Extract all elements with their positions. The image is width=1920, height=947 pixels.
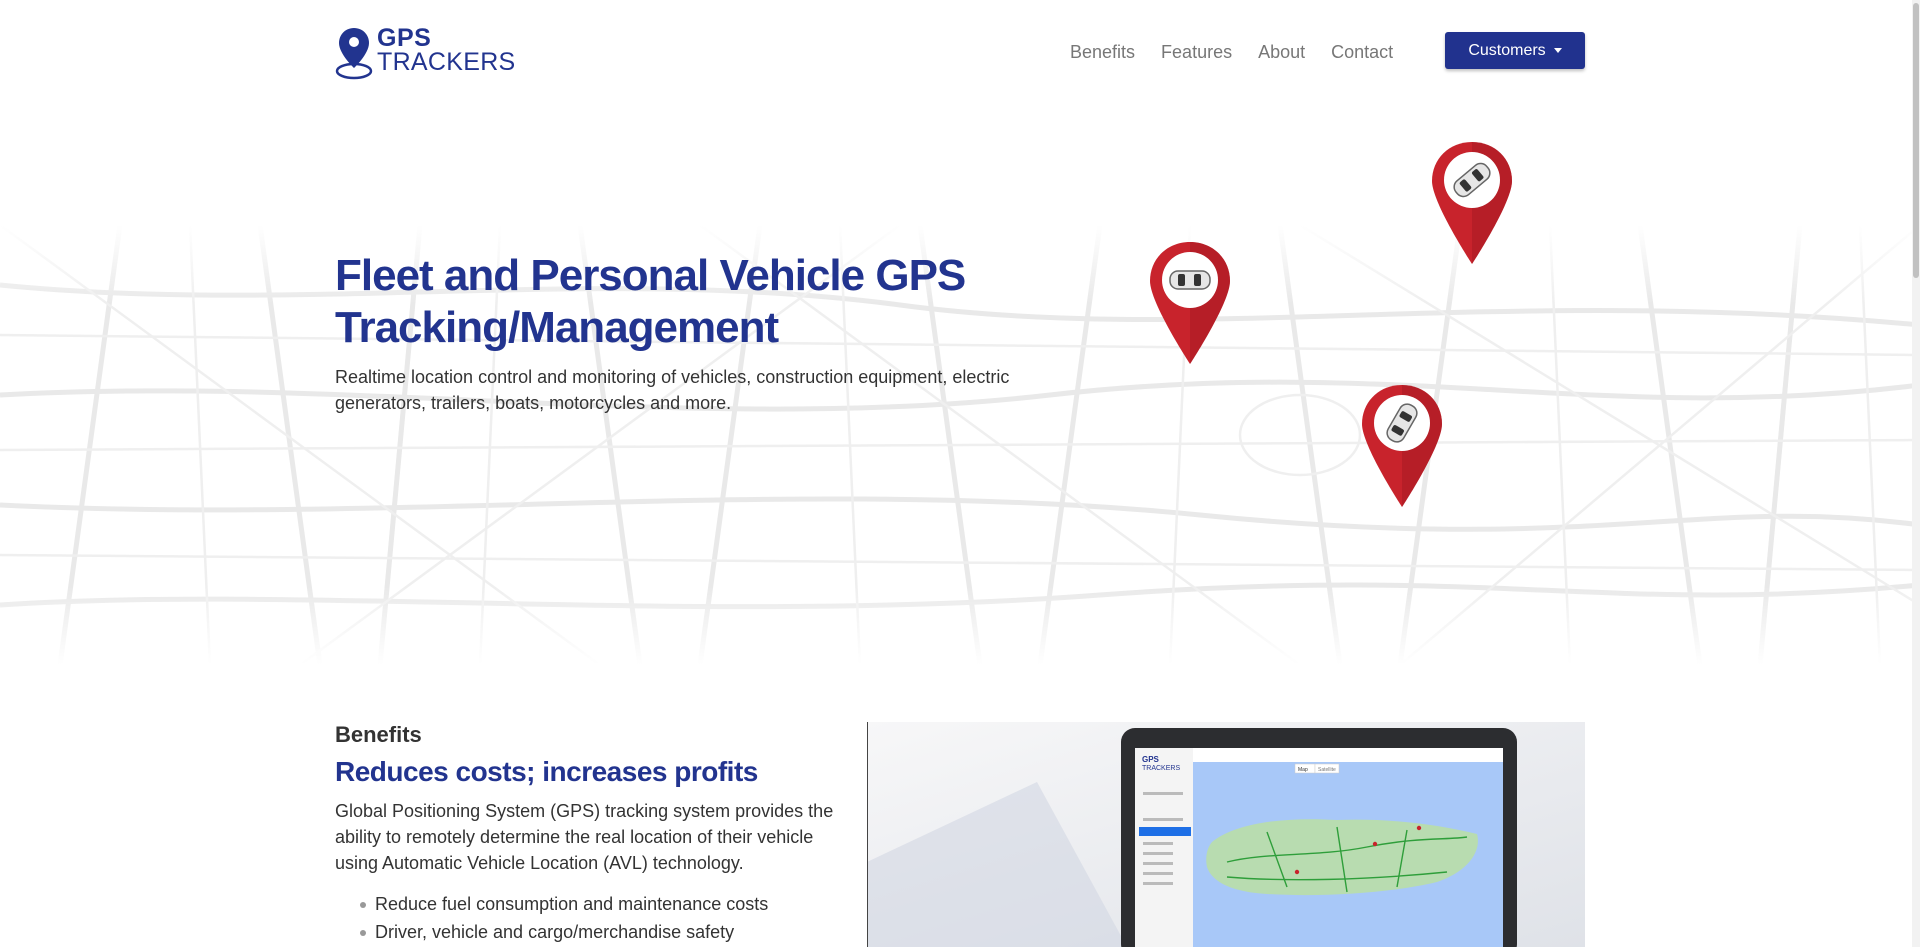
hero-title-line1: Fleet and Personal Vehicle GPS xyxy=(335,251,966,300)
car-pin-icon xyxy=(1150,242,1230,364)
caret-down-icon xyxy=(1553,48,1562,53)
nav-links: Benefits Features About Contact xyxy=(1070,42,1393,63)
benefits-title: Reduces costs; increases profits xyxy=(335,756,758,787)
laptop-screenshot-image: GPS TRACKERS Map Satellite xyxy=(867,722,1585,947)
hero-section: Fleet and Personal Vehicle GPS Tracking/… xyxy=(335,250,1035,416)
customers-label: Customers xyxy=(1468,41,1546,59)
laptop-illustration: GPS TRACKERS Map Satellite xyxy=(867,722,1585,947)
benefits-text-line: Global Positioning System (GPS) tracking… xyxy=(335,801,834,821)
customers-dropdown-button[interactable]: Customers xyxy=(1445,32,1585,69)
screen-tab-satellite: Satellite xyxy=(1318,767,1336,773)
scrollbar-thumb[interactable] xyxy=(1913,3,1919,278)
nav-link-about[interactable]: About xyxy=(1258,42,1305,63)
benefits-list: Reduce fuel consumption and maintenance … xyxy=(335,890,835,946)
benefits-list-item: Driver, vehicle and cargo/merchandise sa… xyxy=(360,918,835,946)
benefits-text: Global Positioning System (GPS) tracking… xyxy=(335,798,835,876)
benefits-list-item: Reduce fuel consumption and maintenance … xyxy=(360,890,835,918)
benefits-section: Benefits Reduces costs; increases profit… xyxy=(335,722,835,946)
benefits-label: Benefits xyxy=(335,722,422,747)
brand-line1: GPS xyxy=(377,24,432,52)
screen-logo-line2: TRACKERS xyxy=(1142,765,1180,772)
car-pin-icon xyxy=(1432,142,1512,264)
location-pin-icon xyxy=(335,28,373,80)
benefits-text-line: using Automatic Vehicle Location (AVL) t… xyxy=(335,853,744,873)
brand-name: GPS TRACKERS xyxy=(377,24,516,76)
nav-link-features[interactable]: Features xyxy=(1161,42,1232,63)
screen-logo-line1: GPS xyxy=(1142,755,1160,764)
hero-subtitle-line2: generators, trailers, boats, motorcycles… xyxy=(335,393,732,413)
brand-line2: TRACKERS xyxy=(377,48,516,76)
screen-tab-map: Map xyxy=(1298,767,1308,773)
hero-title: Fleet and Personal Vehicle GPS Tracking/… xyxy=(335,250,1035,354)
nav-link-benefits[interactable]: Benefits xyxy=(1070,42,1135,63)
navbar: GPS TRACKERS Benefits Features About Con… xyxy=(335,22,1585,88)
benefits-text-line: ability to remotely determine the real l… xyxy=(335,827,814,847)
hero-subtitle: Realtime location control and monitoring… xyxy=(335,364,1035,416)
brand-logo[interactable]: GPS TRACKERS xyxy=(335,26,516,82)
page-scrollbar[interactable] xyxy=(1912,0,1920,947)
nav-link-contact[interactable]: Contact xyxy=(1331,42,1393,63)
hero-title-line2: Tracking/Management xyxy=(335,303,779,352)
car-pin-icon xyxy=(1362,385,1442,507)
hero-subtitle-line1: Realtime location control and monitoring… xyxy=(335,367,1010,387)
